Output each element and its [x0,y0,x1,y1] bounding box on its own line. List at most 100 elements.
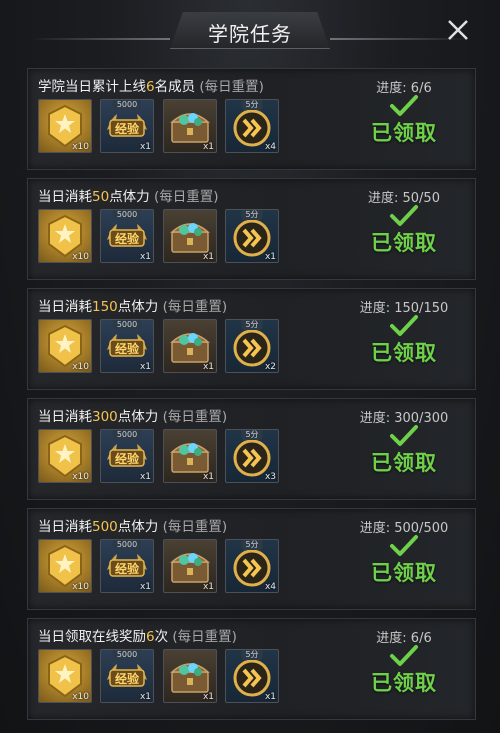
checkmark-icon [390,95,418,116]
reward-item[interactable]: 经验 5000 x1 [100,99,154,153]
reward-count: x1 [202,142,214,152]
task-title-suffix: 点体力 [117,519,159,535]
reward-item[interactable]: x1 [163,429,217,483]
reset-note: (每日重置) [153,189,219,205]
task-title: 当日消耗150点体力 (每日重置) [38,295,227,315]
task-title-text: 当日消耗 [38,299,92,315]
reward-tag: 5分 [241,210,263,220]
svg-text:经验: 经验 [115,671,140,686]
task-card: 当日领取在线奖励6次 (每日重置) x10 经验 5000 x1 x1 5分 x1 进度: 6/… [27,618,476,720]
claimed-label: 已领取 [371,231,437,255]
reward-tag: 5分 [241,650,263,660]
task-card: 当日消耗500点体力 (每日重置) x10 经验 5000 x1 x1 5分 x4 进度: 50… [27,508,476,610]
title-ornament-left [30,38,170,40]
checkmark-icon [390,205,418,226]
reward-count: x10 [72,582,89,592]
claimed-label: 已领取 [371,341,437,365]
task-title-suffix: 点体力 [117,299,159,315]
task-title-text: 当日消耗 [38,409,92,425]
reward-item[interactable]: 经验 5000 x1 [100,539,154,593]
reward-count: x1 [139,692,151,702]
reward-item[interactable]: 5分 x4 [225,99,279,153]
task-card: 学院当日累计上线6名成员 (每日重置) x10 经验 5000 x1 x1 5分 x4 进度: … [27,68,476,170]
reward-count: x10 [72,142,89,152]
reset-note: (每日重置) [199,79,264,95]
reward-item[interactable]: 5分 x4 [225,539,279,593]
reward-item[interactable]: x1 [163,649,217,703]
reward-tag: 5分 [241,320,263,330]
reward-item[interactable]: x10 [38,649,92,703]
reward-item[interactable]: x1 [163,539,217,593]
claimed-label: 已领取 [371,671,437,695]
checkmark-icon [390,425,418,446]
task-target-number: 300 [92,409,118,425]
claimed-status: 已领取 [346,533,462,597]
checkmark-icon [390,315,418,336]
reward-tag: 5分 [241,540,263,550]
close-button[interactable] [444,16,472,44]
reward-item[interactable]: 5分 x3 [225,429,279,483]
reset-note: (每日重置) [162,409,228,425]
task-title: 学院当日累计上线6名成员 (每日重置) [38,75,264,95]
reward-count: x3 [264,472,276,482]
reward-item[interactable]: x10 [38,429,92,483]
reward-item[interactable]: 5分 x2 [225,319,279,373]
task-title: 当日领取在线奖励6次 (每日重置) [38,625,237,645]
task-title: 当日消耗50点体力 (每日重置) [38,185,219,205]
reward-tag: 5000 [112,430,142,440]
svg-text:经验: 经验 [115,561,140,576]
task-title-suffix: 点体力 [117,409,159,425]
checkmark-icon [390,645,418,666]
reward-tag: 5000 [112,650,142,660]
task-target-number: 6 [146,79,155,95]
task-title-text: 学院当日累计上线 [38,79,146,95]
task-target-number: 50 [92,189,110,205]
reward-item[interactable]: 经验 5000 x1 [100,429,154,483]
claimed-status: 已领取 [346,643,462,707]
claimed-status: 已领取 [346,93,462,157]
reward-item[interactable]: x10 [38,539,92,593]
reward-count: x10 [72,692,89,702]
task-target-number: 6 [146,629,155,645]
reward-item[interactable]: x1 [163,99,217,153]
svg-text:经验: 经验 [115,341,140,356]
task-title-suffix: 次 [154,629,169,645]
task-panel: 学院任务 学院当日累计上线6名成员 (每日重置) x10 经验 5000 x1 x1 5分 x… [0,0,500,733]
task-card: 当日消耗300点体力 (每日重置) x10 经验 5000 x1 x1 5分 x3 进度: 30… [27,398,476,500]
reward-item[interactable]: x1 [163,209,217,263]
reward-count: x1 [202,692,214,702]
reward-count: x1 [264,692,276,702]
panel-header: 学院任务 [0,0,500,50]
claimed-label: 已领取 [371,451,437,475]
reward-item[interactable]: x10 [38,319,92,373]
reward-count: x4 [264,142,276,152]
reward-item[interactable]: x10 [38,99,92,153]
reward-item[interactable]: 5分 x1 [225,649,279,703]
claimed-label: 已领取 [371,121,437,145]
task-title: 当日消耗500点体力 (每日重置) [38,515,227,535]
reward-item[interactable]: 经验 5000 x1 [100,319,154,373]
task-title-text: 当日消耗 [38,189,92,205]
reward-count: x1 [264,252,276,262]
reward-item[interactable]: 经验 5000 x1 [100,649,154,703]
reward-tag: 5分 [241,430,263,440]
reward-count: x1 [139,472,151,482]
claimed-status: 已领取 [346,313,462,377]
reward-count: x4 [264,582,276,592]
checkmark-icon [390,535,418,556]
task-card: 当日消耗150点体力 (每日重置) x10 经验 5000 x1 x1 5分 x2 进度: 15… [27,288,476,390]
reward-item[interactable]: x10 [38,209,92,263]
reward-count: x1 [202,472,214,482]
reward-count: x1 [202,362,214,372]
reward-count: x1 [139,252,151,262]
reward-item[interactable]: x1 [163,319,217,373]
claimed-status: 已领取 [346,203,462,267]
reward-tag: 5分 [241,100,263,110]
reward-item[interactable]: 5分 x1 [225,209,279,263]
reward-item[interactable]: 经验 5000 x1 [100,209,154,263]
reset-note: (每日重置) [172,629,237,645]
reward-tag: 5000 [112,540,142,550]
claimed-label: 已领取 [371,561,437,585]
reward-tag: 5000 [112,210,142,220]
reward-count: x1 [139,362,151,372]
